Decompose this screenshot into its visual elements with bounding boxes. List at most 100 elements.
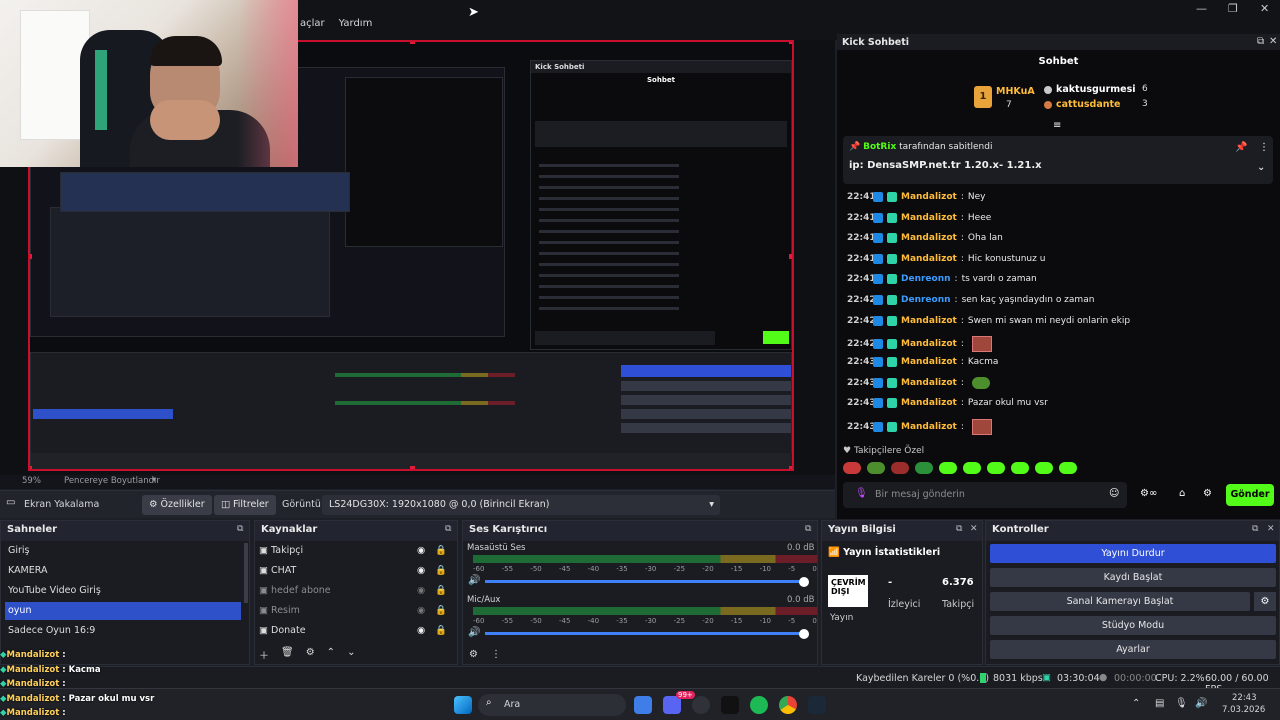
mixer-settings-icon[interactable]: ⚙ [469, 649, 478, 660]
start-recording-button[interactable]: Kaydı Başlat [990, 568, 1276, 587]
emote-icon[interactable] [987, 462, 1005, 474]
taskbar-search[interactable]: ⌕ Ara [478, 694, 626, 716]
message-user[interactable]: Mandalizot [901, 192, 957, 202]
resize-mode[interactable]: Pencereye Boyutlandır [64, 476, 160, 486]
network-icon[interactable]: ▤ [1155, 698, 1164, 709]
store-icon[interactable]: ⌂ [1179, 488, 1185, 499]
message-user[interactable]: Mandalizot [901, 357, 957, 367]
chrome-icon[interactable] [779, 696, 797, 714]
close-icon[interactable]: ✕ [1269, 36, 1277, 47]
float-icon[interactable]: ⧉ [1252, 524, 1258, 534]
message-user[interactable]: Mandalizot [901, 378, 957, 388]
menu-item-help[interactable]: Yardım [339, 18, 373, 29]
minimize-icon[interactable]: — [1196, 2, 1207, 15]
move-down-icon[interactable]: ⌄ [347, 647, 355, 662]
points-icon[interactable]: ⚙∞ [1140, 488, 1157, 499]
close-icon[interactable]: ✕ [1260, 2, 1269, 15]
stop-stream-button[interactable]: Yayını Durdur [990, 544, 1276, 563]
resize-handle[interactable] [789, 42, 792, 44]
tray-chevron-icon[interactable]: ⌃ [1132, 698, 1140, 709]
speaker-icon[interactable]: 🔊 [468, 575, 480, 586]
volume-slider[interactable] [485, 632, 801, 635]
spotify-icon[interactable] [750, 696, 768, 714]
delete-icon[interactable]: 🗑 [281, 647, 294, 662]
source-item[interactable]: ▣ Takipçi ◉ 🔒 [259, 542, 455, 560]
chat-input[interactable]: 🎙 Bir mesaj gönderin ☺ [843, 482, 1127, 508]
resize-handle[interactable] [30, 254, 32, 259]
slider-knob[interactable] [799, 577, 809, 587]
resize-handle[interactable] [789, 254, 792, 259]
app-icon[interactable] [634, 696, 652, 714]
emote-icon[interactable] [1011, 462, 1029, 474]
start-icon[interactable] [454, 696, 472, 714]
clock-time[interactable]: 22:43 [1232, 693, 1257, 703]
close-icon[interactable]: ✕ [970, 524, 978, 534]
emote-icon[interactable] [963, 462, 981, 474]
filters-button[interactable]: ◫ Filtreler [214, 495, 276, 515]
clock-date[interactable]: 7.03.2026 [1222, 705, 1265, 715]
visibility-icon[interactable]: ◉ [417, 622, 425, 640]
float-icon[interactable]: ⧉ [237, 524, 243, 534]
maximize-icon[interactable]: ❐ [1228, 2, 1238, 15]
visibility-icon[interactable]: ◉ [417, 582, 425, 600]
float-icon[interactable]: ⧉ [445, 524, 451, 534]
visibility-icon[interactable]: ◉ [417, 602, 425, 620]
message-user[interactable]: Mandalizot [901, 254, 957, 264]
message-user[interactable]: Mandalizot [901, 213, 957, 223]
close-icon[interactable]: ✕ [1267, 524, 1275, 534]
emote-icon[interactable] [843, 462, 861, 474]
emote-icon[interactable] [867, 462, 885, 474]
scene-item[interactable]: YouTube Video Giriş [5, 582, 241, 600]
message-user[interactable]: Mandalizot [901, 422, 957, 432]
scene-item[interactable]: Sadece Oyun 16:9 [5, 622, 241, 640]
studio-mode-button[interactable]: Stüdyo Modu [990, 616, 1276, 635]
settings-icon[interactable]: ⚙ [1203, 488, 1212, 499]
virtual-camera-button[interactable]: Sanal Kamerayı Başlat [990, 592, 1250, 611]
resize-handle[interactable] [789, 466, 792, 469]
emote-icon[interactable] [939, 462, 957, 474]
pin-toggle-icon[interactable]: ≡ [1053, 120, 1061, 131]
float-icon[interactable]: ⧉ [1257, 36, 1264, 47]
resize-handle[interactable] [410, 466, 415, 469]
chevron-down-icon[interactable]: ⌄ [1257, 162, 1265, 173]
emote-icon[interactable] [915, 462, 933, 474]
speaker-icon[interactable]: 🔊 [468, 627, 480, 638]
move-up-icon[interactable]: ⌃ [327, 647, 335, 662]
settings-button[interactable]: Ayarlar [990, 640, 1276, 659]
emote-icon[interactable] [1035, 462, 1053, 474]
scene-item[interactable]: KAMERA [5, 562, 241, 580]
more-icon[interactable]: ⋮ [1259, 142, 1269, 153]
emote-icon[interactable] [1059, 462, 1077, 474]
source-item[interactable]: ▣ CHAT ◉ 🔒 [259, 562, 455, 580]
send-button[interactable]: Gönder [1226, 484, 1274, 506]
mic-icon[interactable]: 🎙 [1175, 698, 1188, 709]
message-user[interactable]: Denreonn [901, 295, 951, 305]
scrollbar[interactable] [244, 543, 248, 603]
lock-icon[interactable]: 🔒 [435, 542, 447, 560]
message-user[interactable]: Mandalizot [901, 316, 957, 326]
resize-handle[interactable] [410, 42, 415, 44]
visibility-icon[interactable]: ◉ [417, 542, 425, 560]
resize-handle[interactable] [30, 466, 32, 469]
capcut-icon[interactable] [721, 696, 739, 714]
pin-icon[interactable]: 📌 [1235, 142, 1247, 153]
chevron-down-icon[interactable]: ▾ [152, 475, 156, 485]
emote-icon[interactable] [891, 462, 909, 474]
settings-icon[interactable]: ⚙ [306, 647, 315, 662]
obs-icon[interactable] [692, 696, 710, 714]
source-item[interactable]: ▣ hedef abone ◉ 🔒 [259, 582, 455, 600]
message-user[interactable]: Mandalizot [901, 339, 957, 349]
visibility-icon[interactable]: ◉ [417, 562, 425, 580]
menu-item-tools[interactable]: açlar [300, 18, 325, 29]
lock-icon[interactable]: 🔒 [435, 602, 447, 620]
lock-icon[interactable]: 🔒 [435, 562, 447, 580]
scene-item[interactable]: Giriş [5, 542, 241, 560]
volume-slider[interactable] [485, 580, 801, 583]
lock-icon[interactable]: 🔒 [435, 622, 447, 640]
message-user[interactable]: Mandalizot [901, 398, 957, 408]
message-user[interactable]: Mandalizot [901, 233, 957, 243]
virtual-camera-settings-icon[interactable]: ⚙ [1254, 592, 1276, 611]
volume-icon[interactable]: 🔊 [1195, 698, 1207, 709]
add-icon[interactable]: ＋ [259, 647, 269, 662]
steam-icon[interactable] [808, 696, 826, 714]
